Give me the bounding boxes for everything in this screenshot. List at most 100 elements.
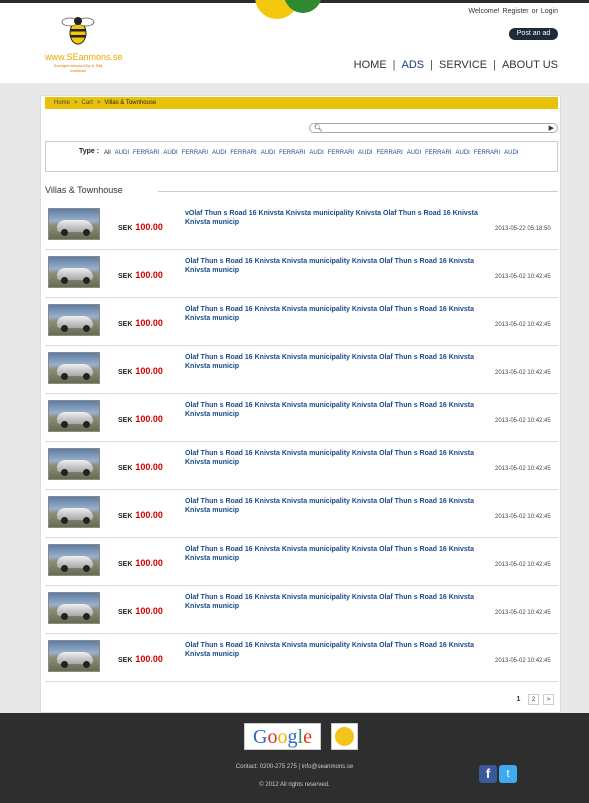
- listing-thumbnail[interactable]: [48, 448, 100, 480]
- welcome-text: Welcome!: [468, 8, 500, 15]
- price-amount: 100.00: [135, 462, 163, 472]
- breadcrumb-home[interactable]: Home: [54, 100, 70, 106]
- type-option[interactable]: AUDI: [212, 150, 226, 156]
- type-option[interactable]: AUDI: [407, 150, 421, 156]
- listing-date: 2013-05-02 10:42:45: [495, 274, 551, 280]
- car-wheel: [61, 373, 68, 380]
- type-option[interactable]: AUDI: [504, 150, 518, 156]
- car-wheel: [61, 421, 68, 428]
- social-links: f t: [479, 765, 517, 783]
- breadcrumb-cart[interactable]: Cart: [82, 100, 93, 106]
- breadcrumb: Home > Cart > Villas & Townhouse: [45, 97, 558, 109]
- type-option[interactable]: FERRARI: [230, 150, 256, 156]
- login-link[interactable]: Login: [541, 8, 558, 15]
- type-option[interactable]: AUDI: [115, 150, 129, 156]
- page-link[interactable]: 2: [528, 694, 539, 705]
- google-logo[interactable]: Google: [244, 723, 321, 750]
- price-amount: 100.00: [135, 606, 163, 616]
- car-wheel: [61, 565, 68, 572]
- nav-home[interactable]: HOME: [354, 59, 387, 71]
- price-currency: SEK: [118, 369, 133, 376]
- listing-thumbnail[interactable]: [48, 400, 100, 432]
- register-link[interactable]: Register: [503, 8, 529, 15]
- listing-price: SEK 100.00: [118, 414, 163, 424]
- type-option[interactable]: AUDI: [163, 150, 177, 156]
- listing-thumbnail[interactable]: [48, 496, 100, 528]
- listing-date: 2013-05-02 10:42:45: [495, 466, 551, 472]
- listing-title-link[interactable]: Olaf Thun s Road 16 Knivsta Knivsta muni…: [185, 497, 485, 515]
- nav-about-us[interactable]: ABOUT US: [502, 59, 558, 71]
- type-filter-label: Type :: [79, 148, 100, 155]
- type-option[interactable]: AUDI: [309, 150, 323, 156]
- price-amount: 100.00: [135, 366, 163, 376]
- type-option[interactable]: FERRARI: [474, 150, 500, 156]
- listing-title-link[interactable]: Olaf Thun s Road 16 Knivsta Knivsta muni…: [185, 545, 485, 563]
- listing-row: SEK 100.00 vOlaf Thun s Road 16 Knivsta Kn…: [45, 202, 558, 250]
- listing-title-link[interactable]: Olaf Thun s Road 16 Knivsta Knivsta muni…: [185, 449, 485, 467]
- listing-title-link[interactable]: Olaf Thun s Road 16 Knivsta Knivsta muni…: [185, 401, 485, 419]
- type-option[interactable]: FERRARI: [328, 150, 354, 156]
- listing-date: 2013-05-02 10:42:45: [495, 418, 551, 424]
- type-option[interactable]: FERRARI: [425, 150, 451, 156]
- car-wheel: [83, 277, 90, 284]
- listing-thumbnail[interactable]: [48, 640, 100, 672]
- price-amount: 100.00: [135, 414, 163, 424]
- search-icon[interactable]: 🔍︎: [314, 124, 323, 133]
- listing-row: SEK 100.00 Olaf Thun s Road 16 Knivsta Kni…: [45, 490, 558, 538]
- price-currency: SEK: [118, 465, 133, 472]
- page-current: 1: [516, 696, 521, 703]
- listing-thumbnail[interactable]: [48, 256, 100, 288]
- type-option[interactable]: AUDI: [455, 150, 469, 156]
- google-letter: o: [277, 726, 288, 748]
- listing-list: SEK 100.00 vOlaf Thun s Road 16 Knivsta Kn…: [45, 202, 558, 682]
- listing-thumbnail[interactable]: [48, 544, 100, 576]
- listing-title-link[interactable]: Olaf Thun s Road 16 Knivsta Knivsta muni…: [185, 353, 485, 371]
- type-option[interactable]: FERRARI: [376, 150, 402, 156]
- listing-row: SEK 100.00 Olaf Thun s Road 16 Knivsta Kni…: [45, 250, 558, 298]
- listing-date: 2013-05-02 10:42:45: [495, 610, 551, 616]
- listing-title-link[interactable]: Olaf Thun s Road 16 Knivsta Knivsta muni…: [185, 257, 485, 275]
- breadcrumb-separator: >: [74, 100, 78, 106]
- breadcrumb-current: Villas & Townhouse: [104, 100, 157, 106]
- listing-thumbnail[interactable]: [48, 352, 100, 384]
- type-option[interactable]: AUDI: [358, 150, 372, 156]
- search-input[interactable]: 🔍︎ ▶: [309, 123, 558, 133]
- listing-price: SEK 100.00: [118, 510, 163, 520]
- price-currency: SEK: [118, 561, 133, 568]
- price-currency: SEK: [118, 513, 133, 520]
- type-option[interactable]: FERRARI: [133, 150, 159, 156]
- site-logo[interactable]: www.SEanmons.se Sveriges största Köp & S…: [40, 11, 123, 73]
- type-option-all[interactable]: All: [104, 150, 111, 156]
- car-wheel: [61, 325, 68, 332]
- listing-title-link[interactable]: Olaf Thun s Road 16 Knivsta Knivsta muni…: [185, 641, 485, 659]
- listing-row: SEK 100.00 Olaf Thun s Road 16 Knivsta Kni…: [45, 538, 558, 586]
- listing-title-link[interactable]: Olaf Thun s Road 16 Knivsta Knivsta muni…: [185, 593, 485, 611]
- listing-title-link[interactable]: Olaf Thun s Road 16 Knivsta Knivsta muni…: [185, 305, 485, 323]
- play-arrow-icon[interactable]: ▶: [549, 124, 554, 133]
- car-wheel: [83, 661, 90, 668]
- type-option[interactable]: FERRARI: [279, 150, 305, 156]
- listing-title-link[interactable]: vOlaf Thun s Road 16 Knivsta Knivsta mun…: [185, 209, 485, 227]
- listing-price: SEK 100.00: [118, 558, 163, 568]
- car-wheel: [83, 613, 90, 620]
- type-option[interactable]: FERRARI: [182, 150, 208, 156]
- post-ad-button[interactable]: Post an ad: [509, 28, 558, 40]
- listing-thumbnail[interactable]: [48, 304, 100, 336]
- listing-row: SEK 100.00 Olaf Thun s Road 16 Knivsta Kni…: [45, 442, 558, 490]
- nav-separator: |: [493, 59, 496, 71]
- type-option[interactable]: AUDI: [261, 150, 275, 156]
- facebook-icon[interactable]: f: [479, 765, 497, 783]
- price-currency: SEK: [118, 417, 133, 424]
- nav-service[interactable]: SERVICE: [439, 59, 487, 71]
- listing-thumbnail[interactable]: [48, 592, 100, 624]
- paypal-verified-badge[interactable]: [331, 723, 358, 750]
- main-nav: HOME | ADS | SERVICE | ABOUT US: [354, 59, 558, 71]
- listing-thumbnail[interactable]: [48, 208, 100, 240]
- section-divider: [158, 191, 558, 192]
- car-wheel: [83, 469, 90, 476]
- twitter-icon[interactable]: t: [499, 765, 517, 783]
- page-next-button[interactable]: >: [543, 694, 554, 705]
- price-amount: 100.00: [135, 222, 163, 232]
- nav-ads[interactable]: ADS: [402, 59, 425, 71]
- listing-price: SEK 100.00: [118, 462, 163, 472]
